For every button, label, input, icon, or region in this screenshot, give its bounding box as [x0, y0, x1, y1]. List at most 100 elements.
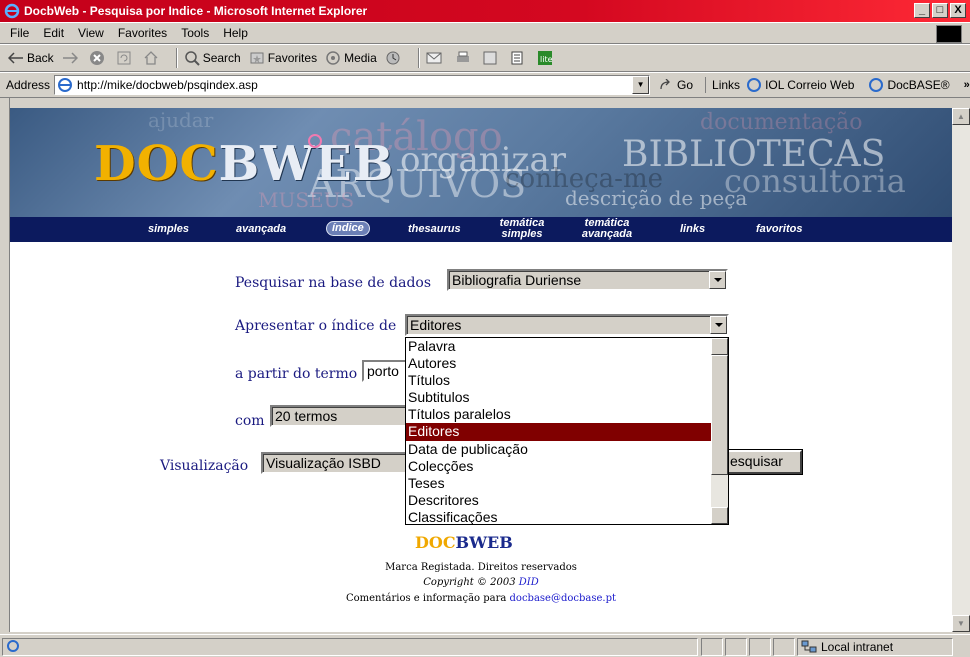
nav-links[interactable]: links — [680, 224, 705, 235]
nav-simples[interactable]: simples — [148, 224, 189, 235]
base-select-value: Bibliografia Duriense — [452, 272, 582, 288]
search-icon — [184, 51, 200, 66]
stop-button[interactable] — [89, 50, 108, 66]
nav-thesaurus[interactable]: thesaurus — [408, 224, 461, 235]
home-button[interactable] — [143, 50, 162, 66]
nav-favoritos[interactable]: favoritos — [756, 224, 802, 235]
back-arrow-icon — [8, 52, 23, 64]
dropdown-option[interactable]: Subtitulos — [406, 389, 728, 406]
footer-email-link[interactable]: docbase@docbase.pt — [510, 593, 616, 604]
footer-registered: Marca Registada. Direitos reservados — [385, 562, 577, 573]
chevron-down-icon[interactable] — [710, 316, 727, 334]
chevron-down-icon[interactable] — [709, 271, 726, 289]
menu-favorites[interactable]: Favorites — [118, 26, 167, 40]
media-icon — [326, 51, 340, 65]
dropdown-option[interactable]: Colecções — [406, 458, 728, 475]
visualizacao-select-value: Visualização ISBD — [266, 455, 381, 471]
edit-icon — [483, 51, 497, 65]
svg-text:lite: lite — [540, 55, 553, 64]
minimize-button[interactable]: _ — [914, 3, 930, 18]
status-cell — [725, 638, 747, 656]
scroll-down-icon[interactable] — [711, 507, 728, 524]
address-url: http://mike/docbweb/psqindex.asp — [77, 78, 258, 92]
messenger-icon: lite — [537, 51, 553, 65]
dropdown-option[interactable]: Descritores — [406, 492, 728, 509]
footer-copyright: Copyright © 2003 DID — [10, 577, 952, 588]
status-cell — [701, 638, 723, 656]
menu-file[interactable]: File — [10, 26, 29, 40]
mail-button[interactable] — [426, 51, 447, 65]
menu-help[interactable]: Help — [223, 26, 248, 40]
close-button[interactable]: X — [950, 3, 966, 18]
banner-word: documentação — [700, 110, 863, 135]
search-label: Search — [202, 51, 241, 65]
frame-border-left — [0, 98, 10, 632]
scroll-down-icon[interactable]: ▼ — [952, 615, 970, 632]
go-label: Go — [677, 78, 694, 92]
nav-avancada[interactable]: avançada — [236, 224, 286, 235]
dropdown-option[interactable]: Autores — [406, 355, 728, 372]
menu-view[interactable]: View — [78, 26, 104, 40]
go-button[interactable]: Go — [660, 78, 693, 92]
banner-word: ajudar — [148, 108, 214, 132]
termo-label: a partir do termo — [235, 366, 358, 382]
ie-link-icon — [747, 78, 762, 92]
links-overflow-icon[interactable]: » — [964, 79, 970, 91]
media-button[interactable]: Media — [325, 50, 377, 66]
print-button[interactable] — [455, 50, 474, 66]
scroll-up-icon[interactable]: ▲ — [952, 108, 970, 125]
dropdown-option[interactable]: Palavra — [406, 338, 728, 355]
link-iol-label: IOL Correio Web — [765, 78, 855, 92]
refresh-button[interactable] — [116, 50, 135, 66]
nav-indice[interactable]: índice — [326, 221, 370, 236]
menu-edit[interactable]: Edit — [43, 26, 64, 40]
status-cell — [773, 638, 795, 656]
footer-logo: DOCBWEB — [415, 533, 513, 552]
page-scrollbar[interactable]: ▲ ▼ — [952, 108, 970, 632]
nav-tematica-avancada[interactable]: temática avançada — [576, 218, 638, 240]
search-button[interactable]: Search — [184, 50, 241, 66]
address-dropdown-button[interactable]: ▼ — [632, 76, 650, 94]
page-viewport: ajudar catálogo organizar BIBLIOTECAS co… — [10, 108, 952, 632]
dropdown-option[interactable]: Títulos paralelos — [406, 406, 728, 423]
banner-word: descrição de peça — [565, 186, 748, 210]
dropdown-option[interactable]: Teses — [406, 475, 728, 492]
forward-button[interactable] — [62, 52, 81, 64]
scroll-thumb[interactable] — [711, 355, 728, 475]
print-icon — [456, 51, 469, 62]
registered-mark-icon — [308, 134, 322, 148]
ie-icon — [4, 3, 20, 19]
frame-border-top — [0, 98, 970, 108]
maximize-button[interactable]: □ — [932, 3, 948, 18]
back-button[interactable]: Back — [8, 51, 54, 65]
mail-icon — [426, 52, 442, 64]
footer-did-link[interactable]: DID — [519, 577, 539, 588]
menu-tools[interactable]: Tools — [181, 26, 209, 40]
banner-word: consultoria — [724, 162, 906, 200]
indice-dropdown-list[interactable]: Palavra Autores Títulos Subtitulos Títul… — [405, 337, 729, 525]
address-bar: Address http://mike/docbweb/psqindex.asp… — [0, 72, 970, 98]
docbweb-banner: ajudar catálogo organizar BIBLIOTECAS co… — [10, 108, 952, 217]
indice-select[interactable]: Editores — [405, 314, 729, 336]
window-controls: _ □ X — [914, 3, 966, 18]
dropdown-option-selected[interactable]: Editores — [406, 423, 728, 441]
dropdown-option[interactable]: Títulos — [406, 372, 728, 389]
toolbar-separator — [417, 48, 420, 68]
nav-tematica-simples[interactable]: temática simples — [492, 218, 552, 240]
back-label: Back — [27, 51, 54, 65]
history-button[interactable] — [385, 50, 404, 66]
address-input[interactable]: http://mike/docbweb/psqindex.asp ▼ — [54, 75, 651, 95]
edit-button[interactable] — [482, 50, 501, 66]
dropdown-scrollbar[interactable] — [711, 338, 728, 524]
link-docbase[interactable]: DocBASE® — [868, 77, 950, 93]
discuss-button[interactable] — [509, 50, 528, 66]
scroll-up-icon[interactable] — [711, 338, 728, 355]
footer-contact: Comentários e informação para docbase@do… — [10, 593, 952, 604]
dropdown-option[interactable]: Data de publicação — [406, 441, 728, 458]
link-iol-correio[interactable]: IOL Correio Web — [746, 77, 854, 93]
dropdown-option[interactable]: Classificações — [406, 509, 728, 526]
favorites-button[interactable]: Favorites — [249, 50, 317, 66]
base-select[interactable]: Bibliografia Duriense — [447, 269, 728, 291]
messenger-button[interactable]: lite — [536, 49, 557, 67]
title-bar: DocbWeb - Pesquisa por Indice - Microsof… — [0, 0, 970, 22]
